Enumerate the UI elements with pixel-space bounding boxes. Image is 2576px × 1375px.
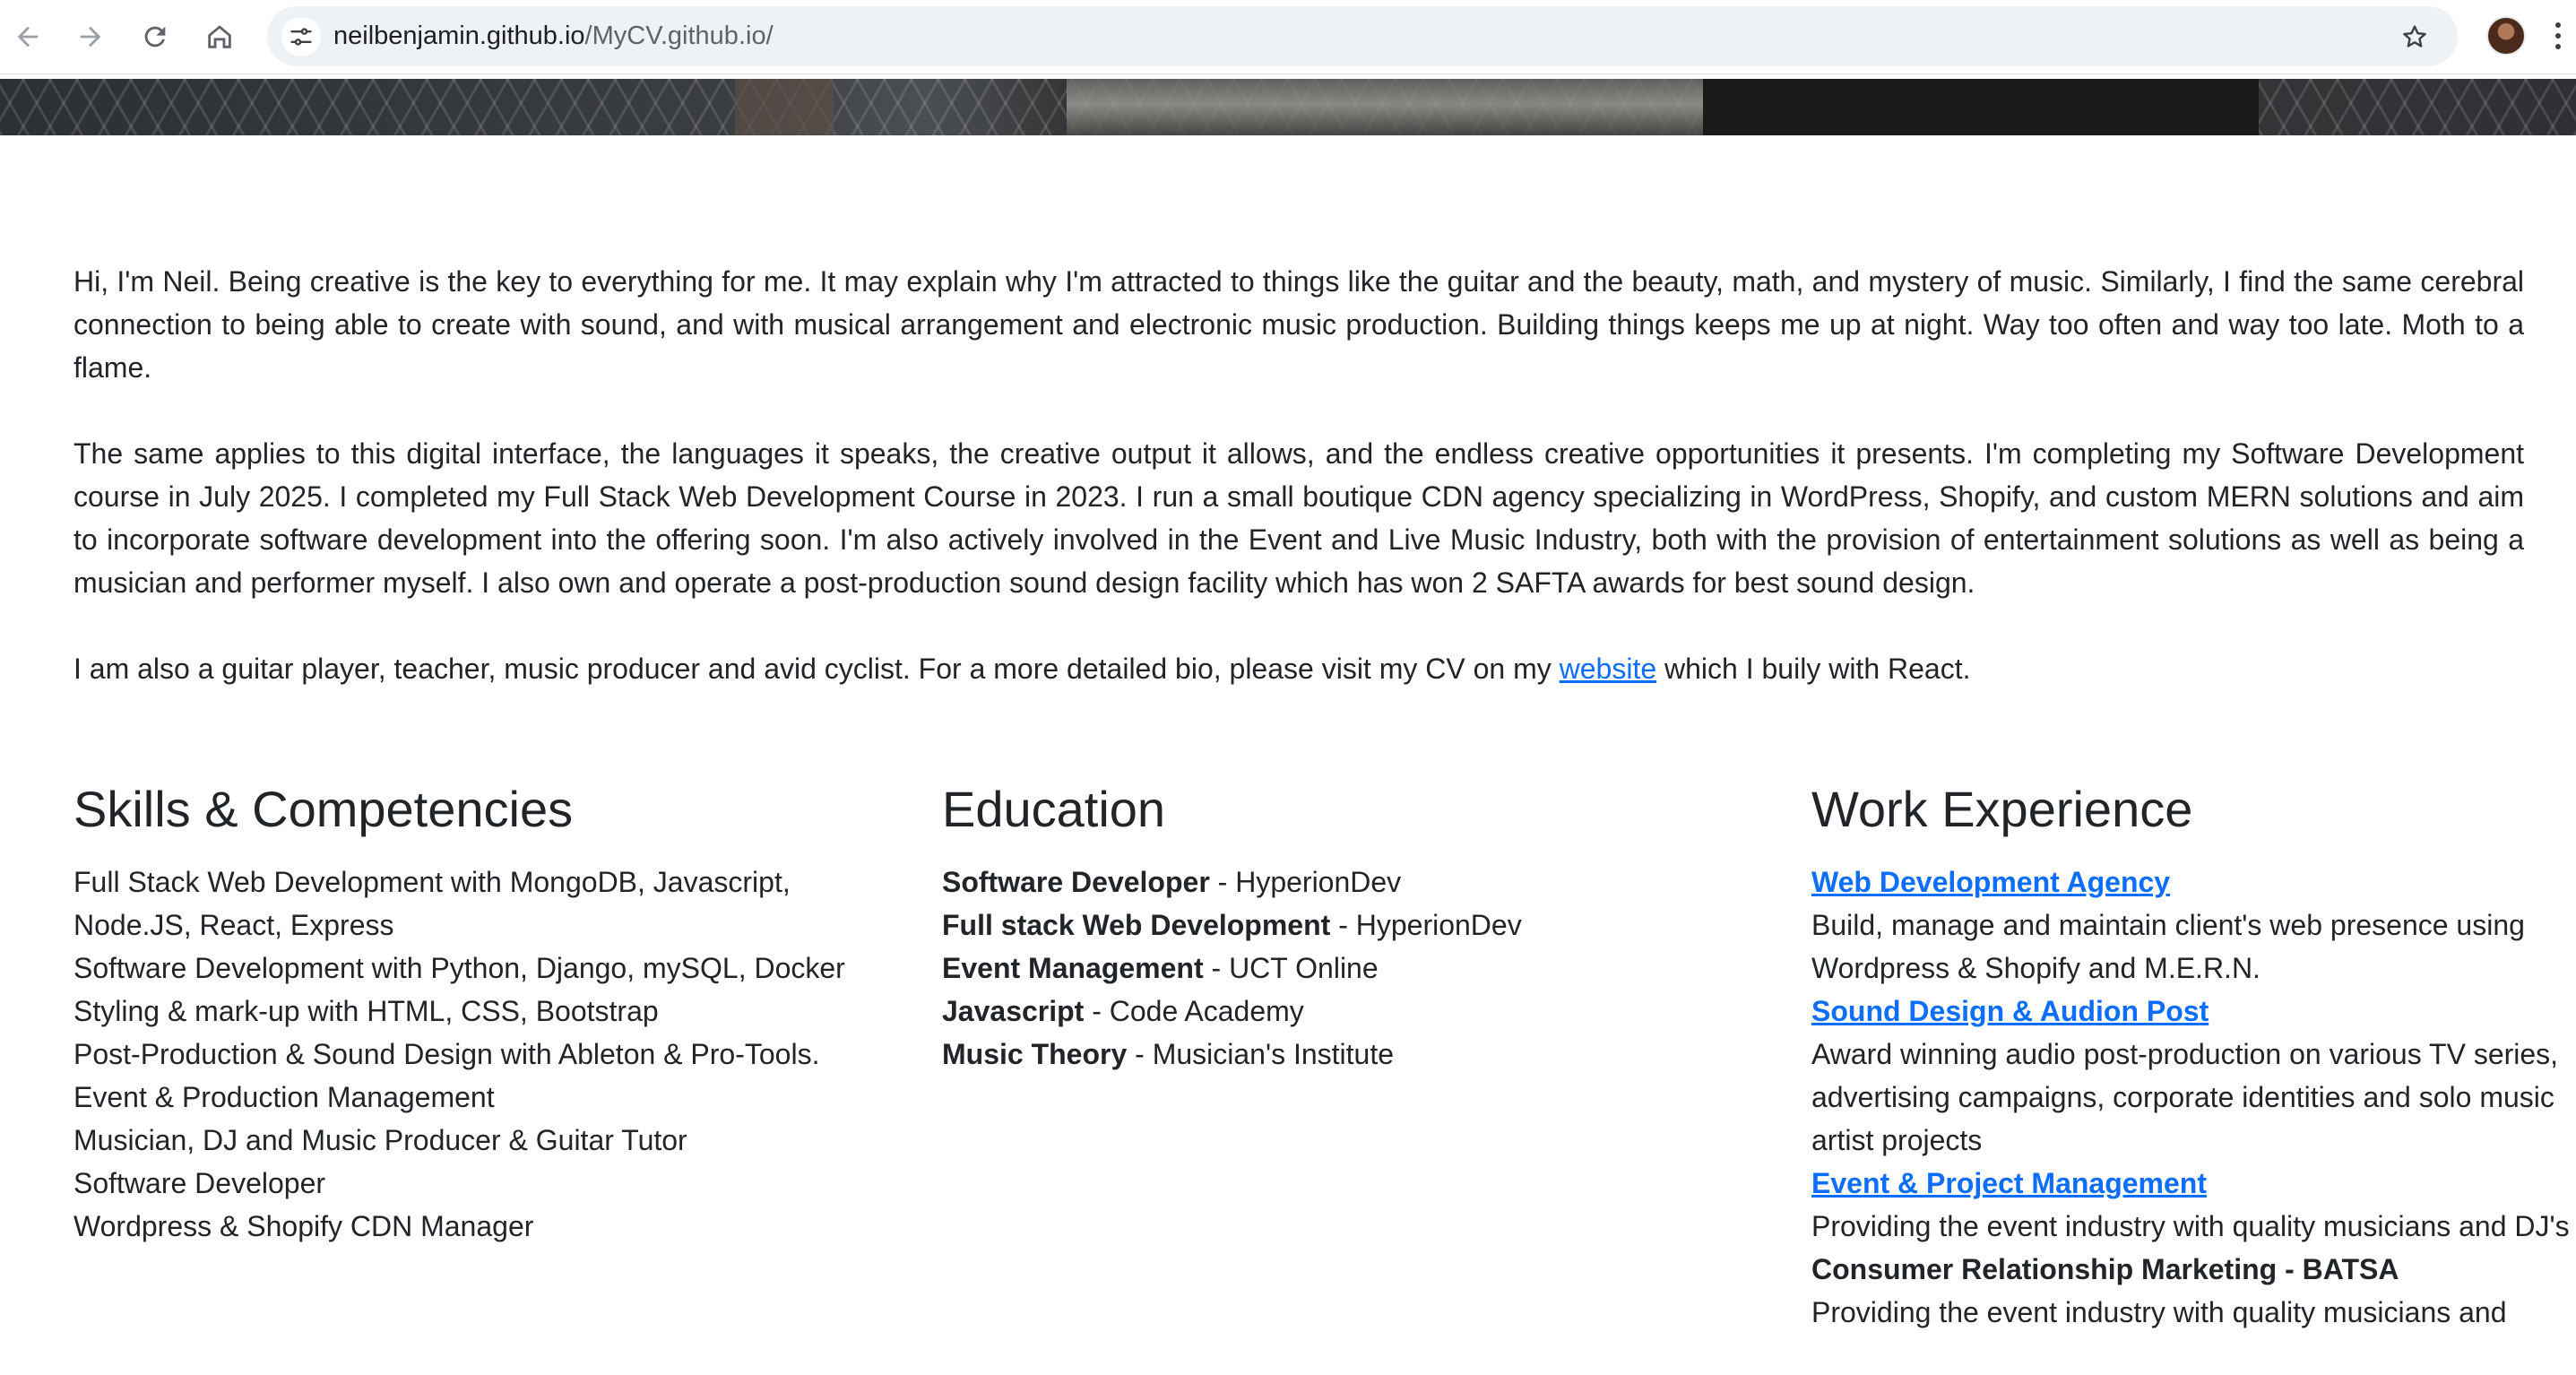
education-school: Code Academy <box>1109 995 1304 1027</box>
education-separator: - <box>1209 866 1236 898</box>
skills-heading: Skills & Competencies <box>73 781 574 837</box>
education-separator: - <box>1127 1038 1153 1070</box>
skill-item: Styling & mark-up with HTML, CSS, Bootst… <box>73 995 659 1027</box>
job-title-link[interactable]: Event & Project Management <box>1811 1162 2576 1205</box>
job-title-link[interactable]: Sound Design & Audion Post <box>1811 990 2576 1033</box>
education-column: Education Software Developer - HyperionD… <box>942 778 1749 1076</box>
reload-icon[interactable] <box>133 14 177 59</box>
kebab-menu-icon[interactable] <box>2547 16 2569 56</box>
bio-paragraph-2: The same applies to this digital interfa… <box>73 437 2524 599</box>
bio-paragraph-3-tail: which I buily with React. <box>1656 653 1971 685</box>
bio-paragraph-3-text: I am also a guitar player, teacher, musi… <box>73 653 1560 685</box>
education-separator: - <box>1084 995 1110 1027</box>
address-bar[interactable]: neilbenjamin.github.io/MyCV.github.io/ <box>267 6 2458 66</box>
education-title: Javascript <box>942 995 1085 1027</box>
education-item: Music Theory - Musician's Institute <box>942 1033 1749 1076</box>
education-heading: Education <box>942 781 1166 837</box>
home-icon[interactable] <box>197 14 242 59</box>
education-item: Software Developer - HyperionDev <box>942 860 1749 904</box>
education-school: UCT Online <box>1229 952 1379 984</box>
cv-columns: Skills & Competencies Full Stack Web Dev… <box>73 778 2576 1375</box>
education-separator: - <box>1330 909 1356 941</box>
back-arrow-icon[interactable] <box>5 14 50 59</box>
education-school: HyperionDev <box>1235 866 1402 898</box>
education-title: Software Developer <box>942 866 1210 898</box>
job-description: Providing the event industry with qualit… <box>1811 1210 2570 1242</box>
job-title-link[interactable]: Web Development Agency <box>1811 860 2576 904</box>
skill-item: Post-Production & Sound Design with Able… <box>73 1038 820 1070</box>
skill-item: Full Stack Web Development with MongoDB,… <box>73 866 791 941</box>
job-description: Build, manage and maintain client's web … <box>1811 909 2525 984</box>
bio-section: Hi, I'm Neil. Being creative is the key … <box>73 260 2524 733</box>
url-path: /MyCV.github.io/ <box>584 22 774 50</box>
education-school: HyperionDev <box>1355 909 1522 941</box>
site-info-icon[interactable] <box>281 17 321 56</box>
forward-arrow-icon[interactable] <box>68 14 113 59</box>
browser-toolbar: neilbenjamin.github.io/MyCV.github.io/ <box>0 0 2576 74</box>
work-experience-heading: Work Experience <box>1811 781 2193 837</box>
website-link[interactable]: website <box>1560 653 1657 685</box>
star-icon[interactable] <box>2395 17 2434 56</box>
education-item: Javascript - Code Academy <box>942 990 1749 1033</box>
education-separator: - <box>1203 952 1230 984</box>
profile-avatar[interactable] <box>2486 16 2526 56</box>
education-item: Full stack Web Development - HyperionDev <box>942 904 1749 947</box>
bio-paragraph-1: Hi, I'm Neil. Being creative is the key … <box>73 265 2524 384</box>
bio-paragraph-3: I am also a guitar player, teacher, musi… <box>73 647 2524 690</box>
skill-item: Software Development with Python, Django… <box>73 952 845 984</box>
skill-item: Event & Production Management <box>73 1081 495 1113</box>
job-description: Award winning audio post-production on v… <box>1811 1038 2559 1156</box>
url-host: neilbenjamin.github.io <box>333 22 585 50</box>
skill-item: Musician, DJ and Music Producer & Guitar… <box>73 1124 687 1156</box>
education-title: Music Theory <box>942 1038 1128 1070</box>
education-title: Full stack Web Development <box>942 909 1331 941</box>
work-experience-column: Work Experience Web Development Agency B… <box>1811 778 2576 1334</box>
hero-banner-image <box>0 79 2576 135</box>
skills-column: Skills & Competencies Full Stack Web Dev… <box>73 778 880 1248</box>
skill-item: Wordpress & Shopify CDN Manager <box>73 1210 534 1242</box>
job-description: Providing the event industry with qualit… <box>1811 1296 2507 1328</box>
education-item: Event Management - UCT Online <box>942 947 1749 990</box>
education-title: Event Management <box>942 952 1204 984</box>
skill-item: Software Developer <box>73 1167 326 1199</box>
url-text[interactable]: neilbenjamin.github.io/MyCV.github.io/ <box>333 6 774 66</box>
job-title: Consumer Relationship Marketing - BATSA <box>1811 1253 2399 1285</box>
education-school: Musician's Institute <box>1152 1038 1395 1070</box>
